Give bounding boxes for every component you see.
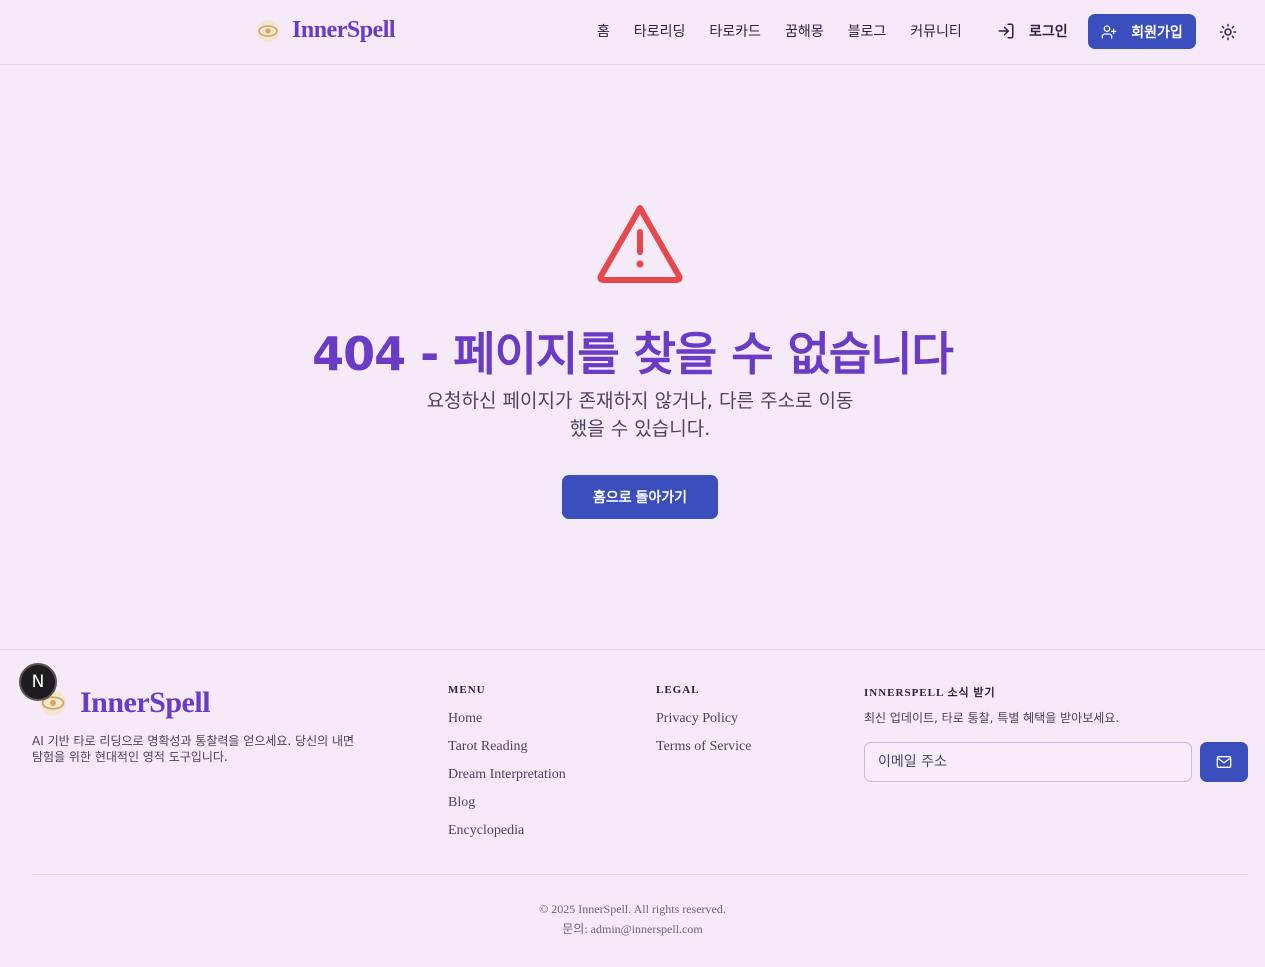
brand-name: InnerSpell — [292, 17, 396, 43]
footer-link-terms[interactable]: Terms of Service — [656, 738, 751, 766]
copyright-text: © 2025 InnerSpell. All rights reserved. — [539, 902, 726, 916]
signup-button[interactable]: 회원가입 — [1088, 14, 1196, 49]
nav-blog[interactable]: 블로그 — [848, 21, 887, 41]
login-icon — [998, 23, 1014, 39]
main-nav: 홈 타로리딩 타로카드 꿈해몽 블로그 커뮤니티 — [597, 21, 986, 41]
mail-icon — [1216, 756, 1232, 768]
login-button[interactable]: 로그인 — [997, 21, 1068, 41]
nav-community[interactable]: 커뮤니티 — [910, 21, 962, 41]
footer-tagline: AI 기반 타로 리딩으로 명확성과 통찰력을 얻으세요. 당신의 내면 탐험을… — [32, 734, 355, 764]
footer-divider — [32, 874, 1248, 875]
footer-link-home[interactable]: Home — [448, 710, 566, 738]
nav-tarot-cards[interactable]: 타로카드 — [709, 21, 761, 41]
newsletter-email-input[interactable] — [864, 742, 1192, 782]
newsletter-text: 최신 업데이트, 타로 통찰, 특별 혜택을 받아보세요. — [864, 711, 1120, 725]
brand-logo-link[interactable]: InnerSpell — [255, 17, 396, 44]
footer-link-encyclopedia[interactable]: Encyclopedia — [448, 822, 566, 850]
footer-menu-list: Home Tarot Reading Dream Interpretation … — [448, 710, 566, 850]
nav-home[interactable]: 홈 — [597, 21, 610, 41]
nav-dream[interactable]: 꿈해몽 — [785, 21, 824, 41]
footer-link-tarot-reading[interactable]: Tarot Reading — [448, 738, 566, 766]
user-plus-icon — [1101, 24, 1117, 39]
error-description-line2: 했을 수 있습니다. — [569, 418, 711, 440]
footer-legal-list: Privacy Policy Terms of Service — [656, 710, 751, 766]
eye-logo-icon — [257, 19, 279, 42]
error-description-line1: 요청하신 페이지가 존재하지 않거나, 다른 주소로 이동 — [426, 390, 854, 412]
contact-email[interactable]: 문의: admin@innerspell.com — [0, 919, 1265, 939]
signup-label: 회원가입 — [1131, 23, 1183, 40]
footer-link-blog[interactable]: Blog — [448, 794, 566, 822]
nav-tarot-reading[interactable]: 타로리딩 — [634, 21, 686, 41]
login-label: 로그인 — [1029, 24, 1068, 40]
newsletter-subscribe-button[interactable] — [1200, 742, 1248, 782]
theme-toggle-button[interactable] — [1219, 23, 1237, 44]
footer-link-privacy[interactable]: Privacy Policy — [656, 710, 751, 738]
footer-brand-name: InnerSpell — [80, 686, 211, 719]
error-description: 요청하신 페이지가 존재하지 않거나, 다른 주소로 이동 했을 수 있습니다. — [420, 387, 860, 443]
footer-brand-logo[interactable]: InnerSpell — [38, 686, 211, 720]
footer-menu-heading: MENU — [448, 684, 486, 696]
newsletter-heading: INNERSPELL 소식 받기 — [864, 687, 996, 699]
error-title: 404 - 페이지를 찾을 수 없습니다 — [312, 327, 954, 381]
back-home-button[interactable]: 홈으로 돌아가기 — [562, 475, 718, 519]
footer-copyright-block: © 2025 InnerSpell. All rights reserved. … — [0, 899, 1265, 939]
nextjs-dev-badge[interactable]: N — [19, 663, 57, 701]
site-header: InnerSpell 홈 타로리딩 타로카드 꿈해몽 블로그 커뮤니티 로그인 … — [0, 0, 1265, 65]
footer-legal-heading: LEGAL — [656, 684, 700, 696]
sun-icon — [1219, 23, 1237, 41]
warning-triangle-icon — [597, 205, 683, 283]
footer-link-dream[interactable]: Dream Interpretation — [448, 766, 566, 794]
